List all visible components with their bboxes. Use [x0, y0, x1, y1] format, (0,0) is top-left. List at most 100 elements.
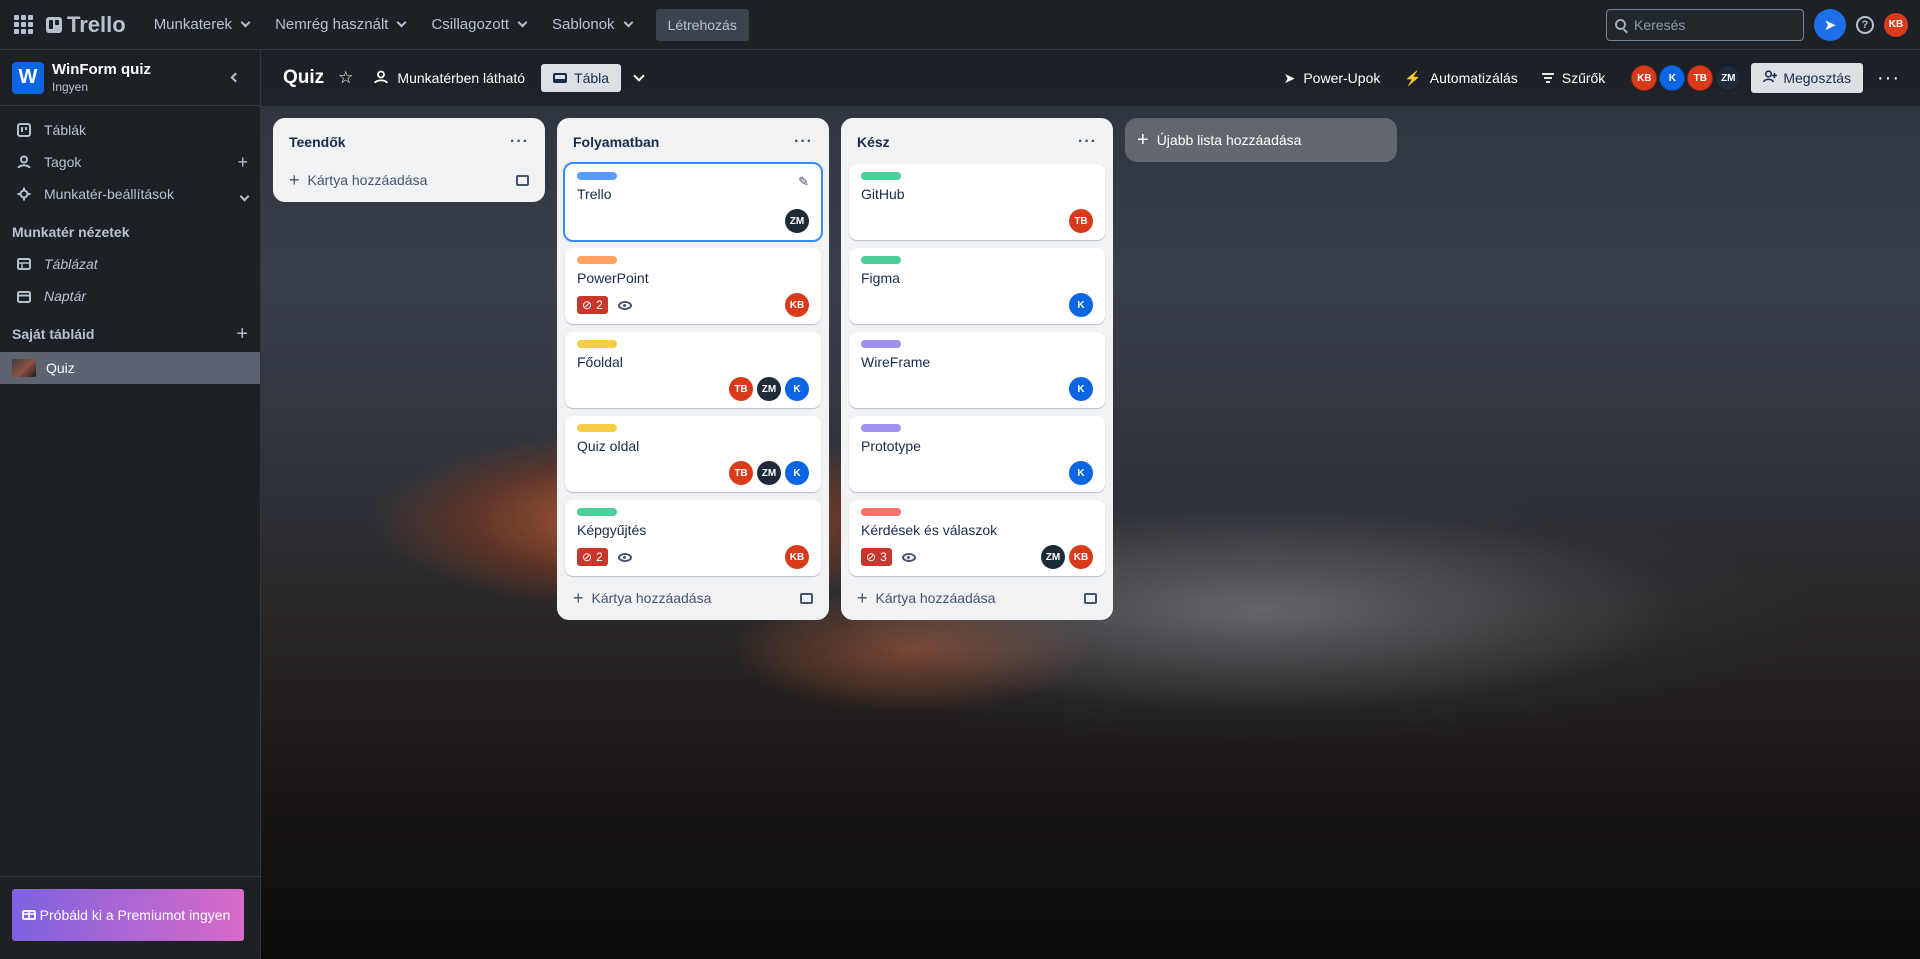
card-members: TB ZM K — [729, 377, 809, 401]
member-icon — [16, 155, 32, 169]
card[interactable]: Figma K — [849, 248, 1105, 324]
member-avatar[interactable]: KB — [785, 293, 809, 317]
list-menu-icon[interactable]: ··· — [510, 133, 529, 151]
member-avatar[interactable]: ZM — [1041, 545, 1065, 569]
card-footer: ZM — [577, 208, 809, 234]
card-footer: ⊘ 2 KB — [577, 292, 809, 318]
trello-logo[interactable]: Trello — [46, 12, 126, 38]
member-avatar[interactable]: K — [1069, 377, 1093, 401]
board-title[interactable]: Quiz — [277, 63, 330, 93]
list-header: Folyamatban ··· — [565, 126, 821, 158]
sidebar-board-quiz[interactable]: Quiz — [0, 352, 260, 384]
member-avatar[interactable]: K — [1659, 65, 1686, 91]
menu-recent[interactable]: Nemrég használt — [265, 8, 415, 41]
card-title: Prototype — [861, 438, 921, 454]
rocket-icon[interactable]: ➤ — [1814, 8, 1846, 41]
card-label[interactable] — [577, 172, 617, 180]
list-title[interactable]: Folyamatban — [573, 134, 659, 150]
card-footer: ⊘ 2 KB — [577, 544, 809, 570]
card-label[interactable] — [577, 508, 617, 516]
add-list-button[interactable]: + Újabb lista hozzáadása — [1125, 118, 1397, 162]
create-button[interactable]: Létrehozás — [655, 8, 749, 41]
member-avatar[interactable]: KB — [785, 545, 809, 569]
card-label[interactable] — [577, 256, 617, 264]
pencil-icon[interactable]: ✎ — [798, 174, 809, 190]
board-view-button[interactable]: Tábla — [541, 64, 622, 92]
add-card-button[interactable]: + Kártya hozzáadása — [565, 582, 821, 614]
menu-label: Sablonok — [552, 16, 615, 33]
member-avatar[interactable]: K — [785, 377, 809, 401]
card-members: ZM — [785, 209, 809, 233]
card[interactable]: Trello ✎ ZM — [563, 162, 823, 242]
card-label[interactable] — [861, 256, 901, 264]
template-icon[interactable] — [516, 174, 529, 186]
template-icon[interactable] — [1084, 592, 1097, 604]
card[interactable]: Képgyűjtés ⊘ 2 KB — [565, 500, 821, 576]
plus-icon: + — [857, 587, 868, 608]
collapse-sidebar-button[interactable] — [222, 65, 248, 91]
card[interactable]: Kérdések és válaszok ⊘ 3 ZM KB — [849, 500, 1105, 576]
member-avatar[interactable]: ZM — [757, 377, 781, 401]
card-label[interactable] — [861, 424, 901, 432]
add-member-icon[interactable]: + — [237, 153, 248, 171]
more-icon[interactable]: ··· — [1867, 67, 1910, 90]
member-avatar[interactable]: TB — [1069, 209, 1093, 233]
star-icon[interactable]: ☆ — [338, 68, 353, 88]
member-avatar[interactable]: KB — [1069, 545, 1093, 569]
sidebar-item-members[interactable]: Tagok + — [0, 146, 260, 178]
add-card-button[interactable]: + Kártya hozzáadása — [849, 582, 1105, 614]
menu-templates[interactable]: Sablonok — [542, 8, 642, 41]
member-avatar[interactable]: KB — [1631, 65, 1658, 91]
list-title[interactable]: Kész — [857, 134, 890, 150]
sidebar-item-boards[interactable]: Táblák — [0, 114, 260, 146]
member-avatar[interactable]: K — [1069, 293, 1093, 317]
attachment-count: 2 — [596, 298, 603, 312]
menu-starred[interactable]: Csillagozott — [421, 8, 536, 41]
menu-workspaces[interactable]: Munkaterek — [144, 8, 259, 41]
chevron-down-icon[interactable] — [633, 70, 645, 82]
card-label[interactable] — [861, 340, 901, 348]
member-avatar[interactable]: TB — [729, 377, 753, 401]
member-avatar[interactable]: K — [785, 461, 809, 485]
member-avatar[interactable]: ZM — [1715, 65, 1742, 91]
user-avatar[interactable]: KB — [1884, 12, 1908, 37]
template-icon[interactable] — [800, 592, 813, 604]
card[interactable]: Főoldal TB ZM K — [565, 332, 821, 408]
card[interactable]: PowerPoint ⊘ 2 KB — [565, 248, 821, 324]
plus-icon: + — [1137, 128, 1149, 151]
app-switcher-icon[interactable] — [12, 14, 34, 36]
filters-button[interactable]: Szűrők — [1532, 64, 1616, 92]
help-icon[interactable]: ? — [1856, 15, 1874, 34]
premium-trial-button[interactable]: Próbáld ki a Premiumot ingyen — [12, 889, 244, 941]
card[interactable]: Quiz oldal TB ZM K — [565, 416, 821, 492]
visibility-button[interactable]: Munkatérben látható — [363, 64, 535, 93]
member-avatar[interactable]: TB — [1687, 65, 1714, 91]
card[interactable]: WireFrame K — [849, 332, 1105, 408]
share-button[interactable]: Megosztás — [1751, 63, 1864, 93]
card-label[interactable] — [861, 172, 901, 180]
add-card-label: Kártya hozzáadása — [875, 590, 996, 606]
sidebar-item-settings[interactable]: Munkatér-beállítások — [0, 178, 260, 210]
add-card-label: Kártya hozzáadása — [591, 590, 712, 606]
member-avatar[interactable]: ZM — [757, 461, 781, 485]
member-avatar[interactable]: TB — [729, 461, 753, 485]
add-card-button[interactable]: + Kártya hozzáadása — [281, 164, 537, 196]
card-label[interactable] — [577, 424, 617, 432]
list-menu-icon[interactable]: ··· — [794, 133, 813, 151]
member-avatar[interactable]: ZM — [785, 209, 809, 233]
sidebar-item-calendar-view[interactable]: Naptár — [0, 280, 260, 312]
card-label[interactable] — [861, 508, 901, 516]
search-input[interactable]: Keresés — [1606, 8, 1804, 41]
workspace-info: WinForm quiz Ingyen — [52, 61, 151, 94]
list-title[interactable]: Teendők — [289, 134, 346, 150]
sidebar-item-table-view[interactable]: Táblázat — [0, 248, 260, 280]
card[interactable]: Prototype K — [849, 416, 1105, 492]
add-board-icon[interactable]: + — [236, 323, 248, 346]
list-menu-icon[interactable]: ··· — [1078, 133, 1097, 151]
card[interactable]: GitHub TB — [849, 164, 1105, 240]
card-footer: K — [861, 376, 1093, 402]
card-label[interactable] — [577, 340, 617, 348]
automation-button[interactable]: ⚡ Automatizálás — [1394, 64, 1527, 93]
member-avatar[interactable]: K — [1069, 461, 1093, 485]
power-ups-button[interactable]: ➤ Power-Upok — [1274, 64, 1391, 93]
